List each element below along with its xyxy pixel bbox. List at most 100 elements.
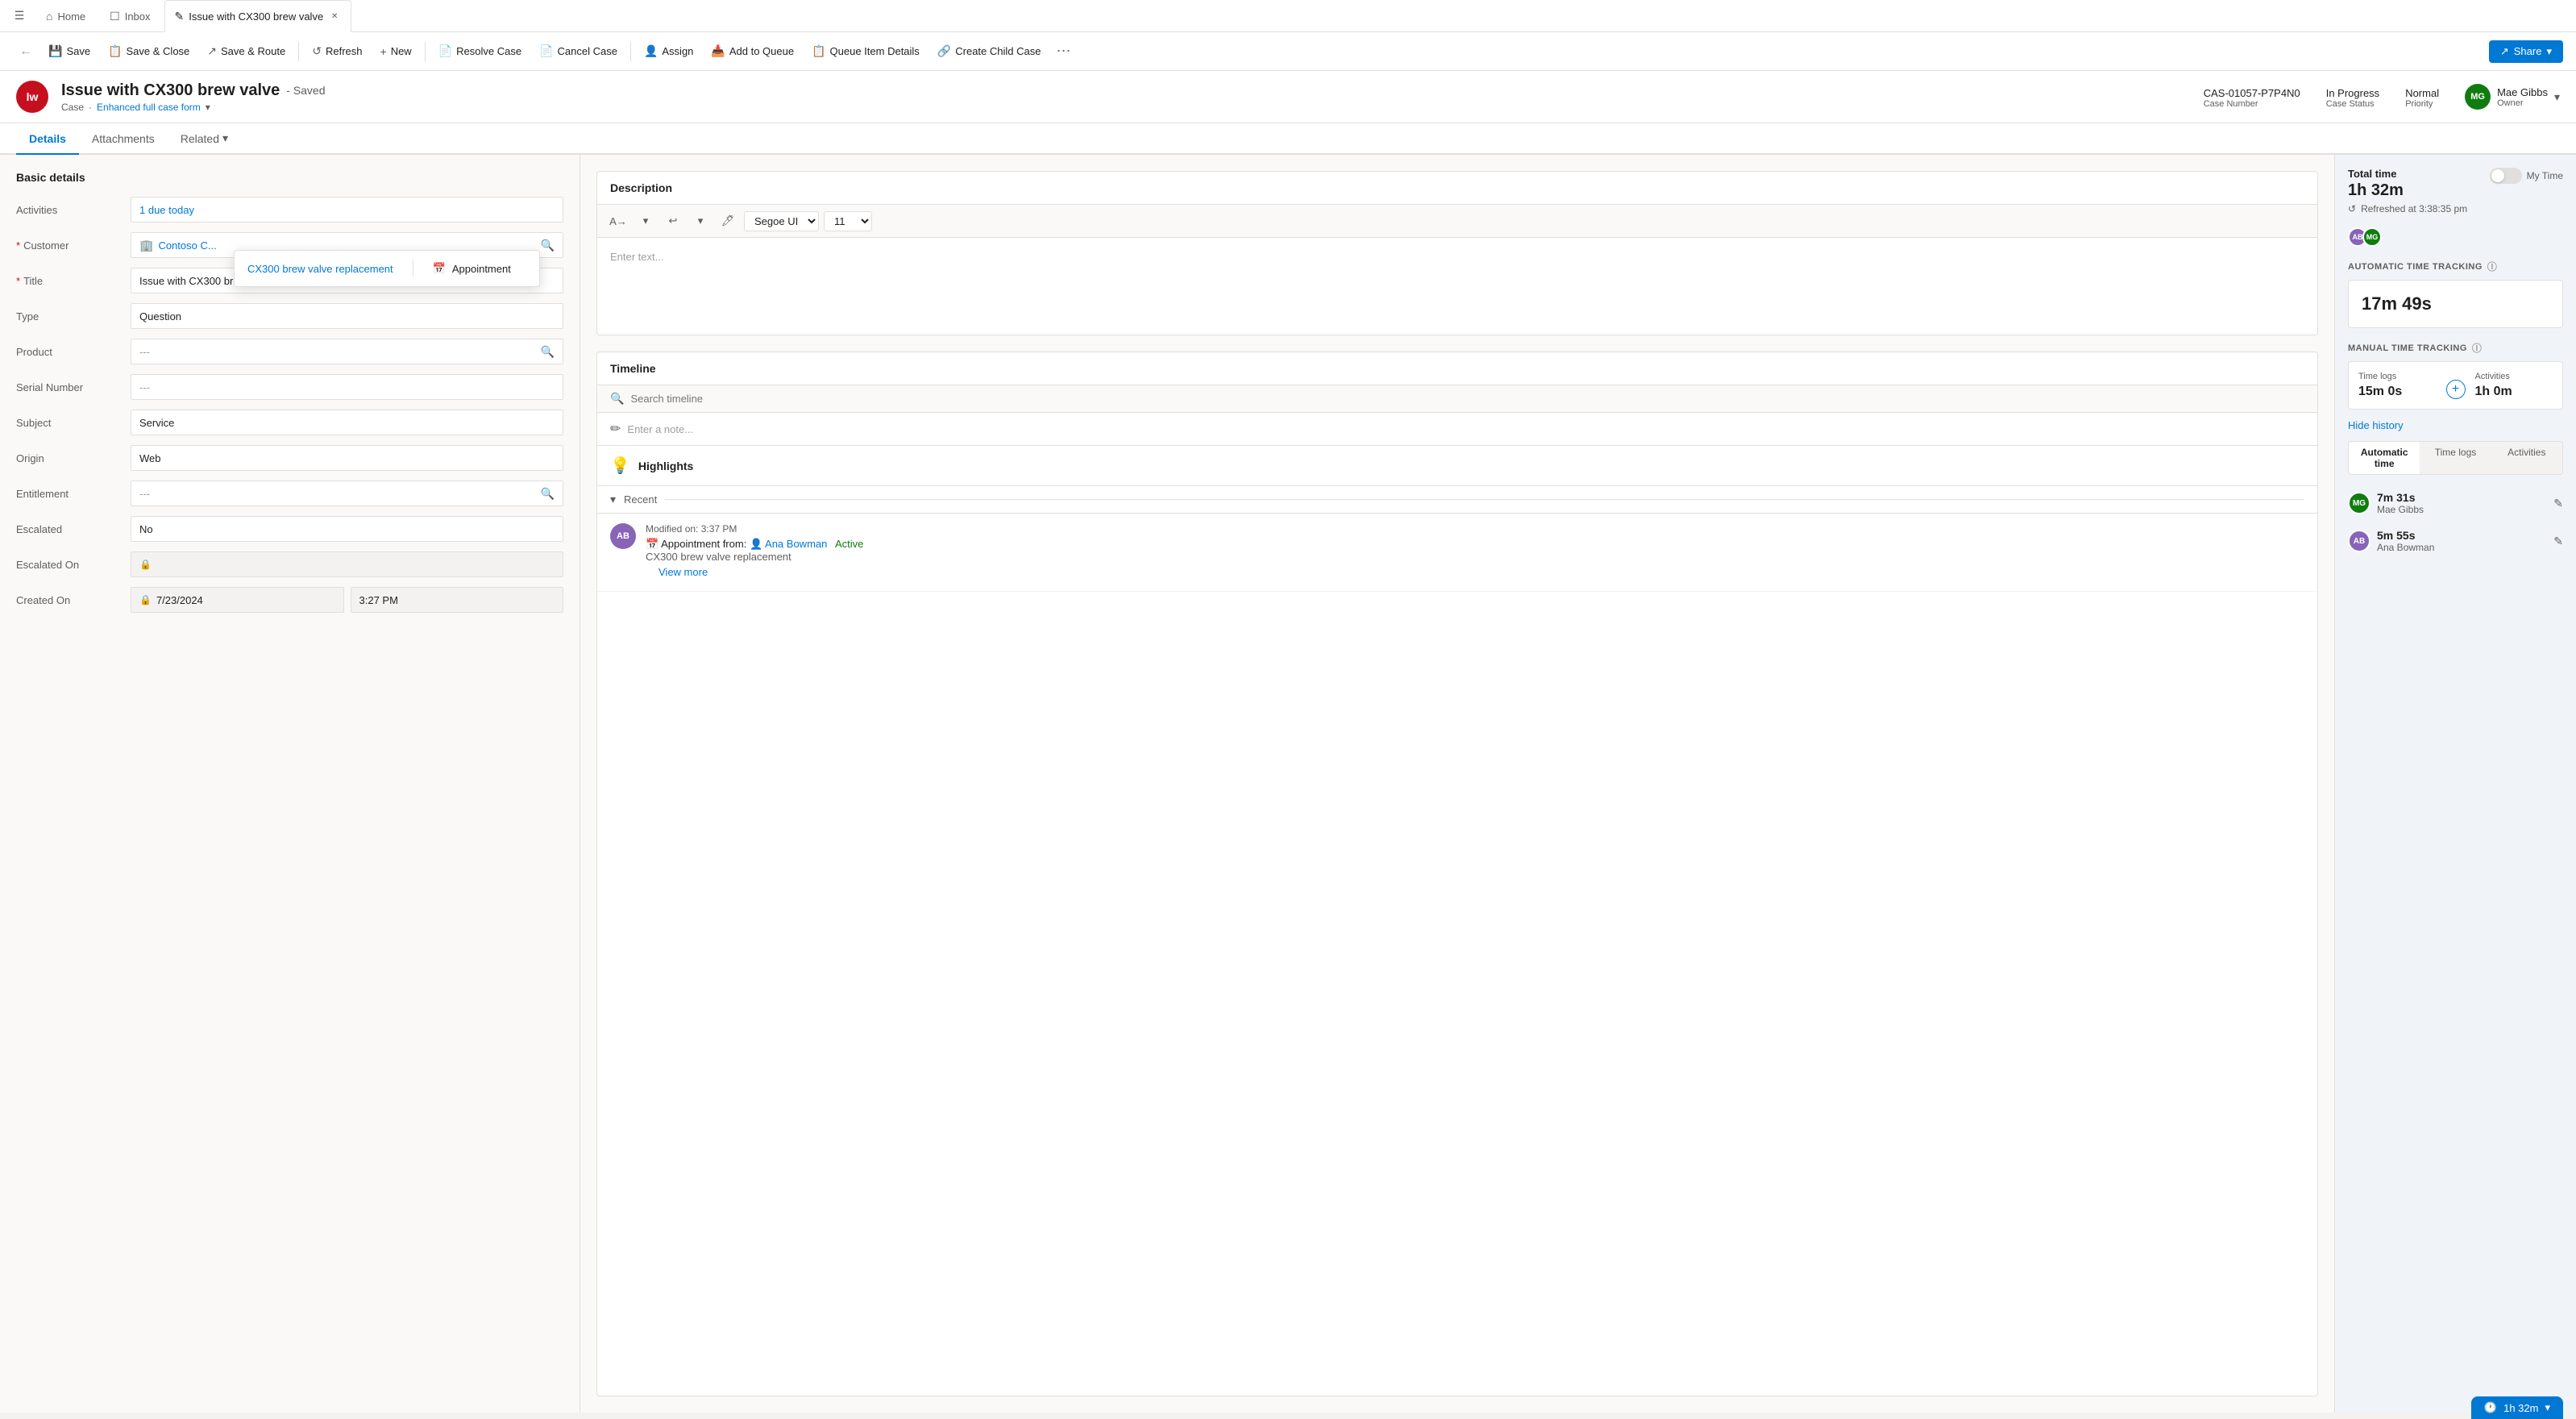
serial-field[interactable]: ---	[131, 374, 563, 400]
inbox-icon: ☐	[110, 10, 120, 23]
history-tab-activities[interactable]: Activities	[2491, 442, 2562, 474]
nav-tab-case-label: Issue with CX300 brew valve	[189, 10, 323, 23]
history-tab-logs[interactable]: Time logs	[2420, 442, 2491, 474]
mg-name: Mae Gibbs	[2377, 504, 2547, 515]
case-status-meta: In Progress Case Status	[2326, 85, 2379, 109]
entry-calendar-icon: 📅	[646, 538, 659, 550]
tab-attachments[interactable]: Attachments	[79, 124, 168, 155]
entry-from-name[interactable]: Ana Bowman	[765, 538, 827, 550]
timeline-search-input[interactable]	[630, 393, 2304, 405]
back-button[interactable]: ←	[13, 39, 39, 64]
save-close-button[interactable]: 📋 Save & Close	[100, 40, 197, 63]
view-more-link[interactable]: View more	[646, 563, 2304, 581]
assign-button[interactable]: 👤 Assign	[636, 40, 701, 63]
product-label: Product	[16, 346, 121, 358]
entitlement-label: Entitlement	[16, 488, 121, 500]
my-time-switch[interactable]	[2490, 168, 2522, 184]
highlights-title: Highlights	[638, 460, 693, 472]
owner-label: Owner	[2497, 98, 2548, 108]
recent-chevron-icon[interactable]: ▾	[610, 493, 616, 506]
nav-tab-case[interactable]: ✎ Issue with CX300 brew valve ✕	[164, 0, 352, 32]
entry-content: Modified on: 3:37 PM 📅 Appointment from:…	[646, 523, 2304, 581]
product-search-icon[interactable]: 🔍	[541, 345, 555, 359]
collapse-owner-button[interactable]: ▾	[2554, 90, 2560, 104]
form-type-link[interactable]: Enhanced full case form	[97, 102, 201, 113]
entitlement-field[interactable]: --- 🔍	[131, 481, 563, 506]
subject-field[interactable]: Service	[131, 410, 563, 435]
new-button[interactable]: + New	[372, 40, 420, 63]
type-field[interactable]: Question	[131, 303, 563, 329]
pencil-icon: ✏	[610, 421, 621, 437]
undo-button[interactable]: ↩	[662, 210, 684, 232]
share-chevron-icon: ▾	[2546, 45, 2552, 58]
save-route-button[interactable]: ↗ Save & Route	[199, 40, 293, 63]
user-dots: AB MG	[2348, 227, 2563, 247]
nav-tab-home-label: Home	[57, 10, 85, 23]
my-time-toggle[interactable]: My Time	[2490, 168, 2563, 184]
cx300-replacement-link[interactable]: CX300 brew valve replacement	[247, 263, 393, 275]
customer-search-icon[interactable]: 🔍	[541, 239, 555, 252]
refresh-button[interactable]: ↺ Refresh	[304, 40, 370, 63]
auto-time-value: 17m 49s	[2362, 293, 2549, 314]
hide-history-button[interactable]: Hide history	[2348, 419, 2563, 431]
time-logs-item: Time logs 15m 0s	[2358, 372, 2437, 399]
tab-details[interactable]: Details	[16, 124, 79, 155]
product-field[interactable]: --- 🔍	[131, 339, 563, 364]
font-size-selector[interactable]: 11	[824, 211, 872, 231]
queue-item-details-button[interactable]: 📋 Queue Item Details	[804, 40, 928, 63]
left-panel: Basic details Activities 1 due today * C…	[0, 155, 580, 1413]
customer-link[interactable]: Contoso C...	[158, 239, 216, 252]
share-button[interactable]: ↗ Share ▾	[2489, 40, 2563, 63]
translate-button[interactable]: A→	[607, 210, 629, 232]
status-bar[interactable]: 🕐 1h 32m ▾	[2471, 1396, 2563, 1419]
nav-tab-inbox[interactable]: ☐ Inbox	[99, 0, 160, 32]
activities-tracking-label: Activities	[2475, 372, 2553, 381]
total-time-value: 1h 32m	[2348, 181, 2404, 200]
tab-close-button[interactable]: ✕	[328, 10, 341, 23]
case-priority-label: Priority	[2405, 99, 2439, 109]
entry-person-icon: 👤	[750, 538, 762, 550]
escalated-field[interactable]: No	[131, 516, 563, 542]
redo-chevron-button[interactable]: ▾	[689, 210, 712, 232]
origin-field[interactable]: Web	[131, 445, 563, 471]
add-time-log-button[interactable]: +	[2446, 380, 2466, 399]
serial-label: Serial Number	[16, 381, 121, 393]
form-row-product: Product --- 🔍	[16, 339, 563, 364]
note-input[interactable]: Enter a note...	[627, 423, 2304, 435]
total-time-label: Total time	[2348, 168, 2404, 180]
type-label: Type	[16, 310, 121, 322]
hamburger-menu[interactable]: ☰	[6, 3, 32, 29]
create-child-case-button[interactable]: 🔗 Create Child Case	[929, 40, 1049, 63]
manual-row: Time logs 15m 0s + Activities 1h 0m	[2358, 372, 2553, 399]
tabs-bar: Details Attachments Related ▾	[0, 123, 2576, 155]
highlight-button[interactable]: 🖊	[717, 210, 739, 232]
history-entry-mg: MG 7m 31s Mae Gibbs ✎	[2348, 485, 2563, 522]
mg-edit-button[interactable]: ✎	[2553, 497, 2563, 510]
save-button[interactable]: 💾 Save	[40, 40, 98, 63]
history-tab-auto[interactable]: Automatic time	[2349, 442, 2420, 474]
cmd-divider-2	[425, 42, 426, 61]
home-icon: ⌂	[46, 10, 52, 23]
refresh-info[interactable]: ↺ Refreshed at 3:38:35 pm	[2348, 203, 2563, 214]
description-body[interactable]: Enter text...	[597, 238, 2317, 335]
add-to-queue-button[interactable]: 📥 Add to Queue	[703, 40, 802, 63]
activities-link[interactable]: 1 due today	[139, 204, 194, 216]
form-row-serial: Serial Number ---	[16, 374, 563, 400]
ab-edit-button[interactable]: ✎	[2553, 535, 2563, 548]
time-header-row: Total time 1h 32m My Time	[2348, 168, 2563, 200]
activities-field[interactable]: 1 due today	[131, 197, 563, 223]
description-section: Description A→ ▾ ↩ ▾ 🖊 Segoe UI 11	[596, 171, 2318, 335]
nav-tab-home[interactable]: ⌂ Home	[35, 0, 96, 32]
escalated-on-field: 🔒	[131, 551, 563, 577]
entitlement-search-icon[interactable]: 🔍	[541, 487, 555, 501]
highlights-icon: 💡	[610, 456, 630, 476]
translate-chevron-button[interactable]: ▾	[634, 210, 657, 232]
tab-related[interactable]: Related ▾	[168, 123, 241, 155]
cancel-case-button[interactable]: 📄 Cancel Case	[531, 40, 625, 63]
description-toolbar: A→ ▾ ↩ ▾ 🖊 Segoe UI 11	[597, 205, 2317, 238]
more-options-button[interactable]: ⋯	[1050, 39, 1076, 64]
resolve-case-button[interactable]: 📄 Resolve Case	[430, 40, 530, 63]
timeline-entry: AB Modified on: 3:37 PM 📅 Appointment fr…	[597, 514, 2317, 592]
font-selector[interactable]: Segoe UI	[744, 211, 819, 231]
appointment-item[interactable]: 📅 Appointment	[433, 262, 511, 275]
